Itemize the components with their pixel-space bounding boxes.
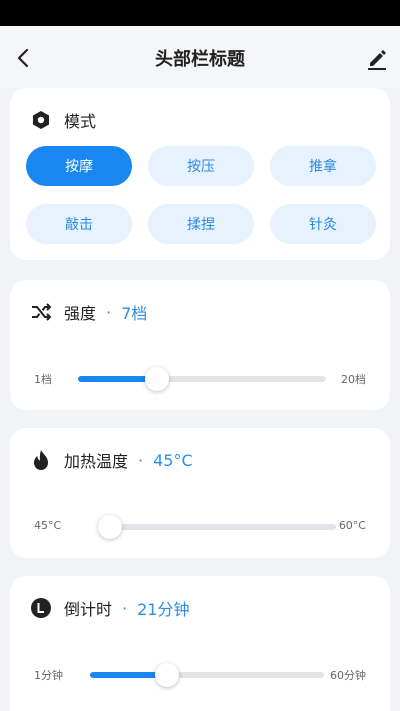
strength-value: 7档 — [121, 304, 148, 323]
heat-max-label: 60°C — [338, 519, 366, 532]
strength-label: 强度 — [64, 304, 97, 323]
mode-option-knead[interactable]: 揉捏 — [148, 204, 254, 244]
mode-option-acupuncture[interactable]: 针灸 — [270, 204, 376, 244]
edit-button[interactable] — [362, 44, 390, 72]
separator-dot: · — [106, 302, 112, 322]
hexagon-icon — [30, 109, 52, 131]
timer-min-label: 1分钟 — [34, 669, 63, 682]
heat-min-label: 45°C — [34, 519, 62, 532]
strength-slider-thumb[interactable] — [145, 367, 170, 391]
separator-dot: · — [138, 450, 144, 470]
mode-title: 模式 — [30, 108, 96, 132]
status-bar — [0, 0, 400, 26]
timer-max-label: 60分钟 — [330, 669, 366, 682]
clock-icon — [30, 597, 52, 619]
shuffle-icon — [30, 301, 52, 323]
mode-option-press[interactable]: 按压 — [148, 146, 254, 186]
pencil-icon — [368, 50, 386, 70]
mode-option-tuina[interactable]: 推拿 — [270, 146, 376, 186]
timer-slider-thumb[interactable] — [155, 663, 180, 687]
timer-title: 倒计时 · 21分钟 — [30, 596, 189, 620]
strength-max-label: 20档 — [341, 373, 366, 386]
heat-slider-row: 45°C 60°C — [10, 512, 390, 542]
heat-value: 45°C — [153, 450, 193, 470]
heat-label: 加热温度 — [64, 452, 129, 471]
heat-slider[interactable] — [98, 515, 336, 539]
strength-card: 强度 · 7档 1档 20档 — [10, 280, 390, 410]
strength-slider[interactable] — [78, 367, 326, 391]
heat-title: 加热温度 · 45°C — [30, 448, 193, 472]
heat-card: 加热温度 · 45°C 45°C 60°C — [10, 428, 390, 558]
page-title: 头部栏标题 — [155, 49, 245, 70]
timer-card: 倒计时 · 21分钟 1分钟 60分钟 — [10, 576, 390, 711]
heat-slider-thumb[interactable] — [98, 515, 122, 539]
strength-title: 强度 · 7档 — [30, 300, 147, 324]
mode-option-tap[interactable]: 敲击 — [26, 204, 132, 244]
flame-icon — [30, 449, 52, 471]
timer-slider[interactable] — [90, 663, 324, 687]
mode-option-massage[interactable]: 按摩 — [26, 146, 132, 186]
timer-label: 倒计时 — [64, 600, 113, 619]
header: 头部栏标题 — [0, 26, 400, 88]
mode-card: 模式 按摩 按压 推拿 敲击 揉捏 针灸 — [10, 88, 390, 260]
mode-label: 模式 — [64, 112, 97, 131]
timer-slider-row: 1分钟 60分钟 — [10, 660, 390, 690]
separator-dot: · — [122, 598, 128, 618]
mode-options: 按摩 按压 推拿 敲击 揉捏 针灸 — [26, 146, 376, 246]
strength-min-label: 1档 — [34, 373, 52, 386]
timer-value: 21分钟 — [137, 600, 190, 619]
strength-slider-row: 1档 20档 — [10, 364, 390, 394]
